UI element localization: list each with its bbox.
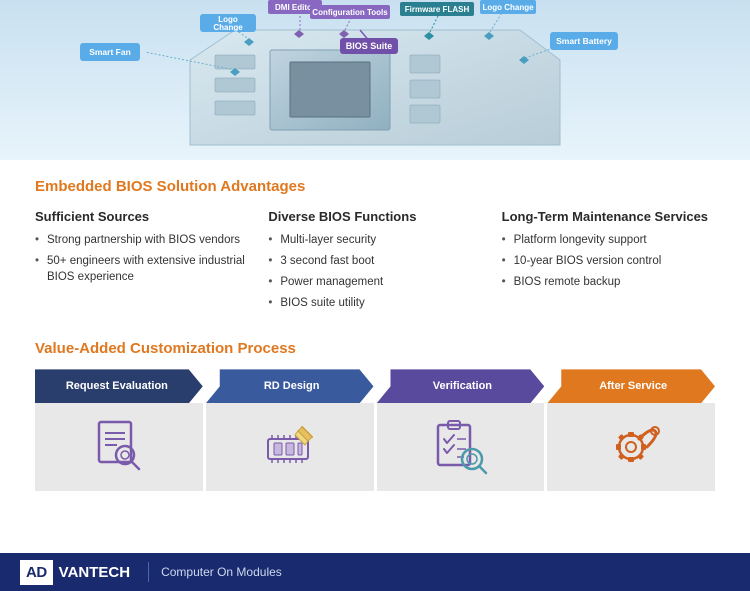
- footer-logo: AD VANTECH: [20, 560, 136, 585]
- functions-list: Multi-layer security 3 second fast boot …: [268, 232, 481, 311]
- list-item: 10-year BIOS version control: [502, 253, 715, 269]
- maintenance-list: Platform longevity support 10-year BIOS …: [502, 232, 715, 290]
- footer-divider: [148, 562, 149, 582]
- wrench-gear-icon: [601, 417, 661, 477]
- step2-body: [206, 403, 374, 491]
- embedded-section-title: Embedded BIOS Solution Advantages: [35, 178, 715, 195]
- step1-body: [35, 403, 203, 491]
- step-rd-design: RD Design: [206, 369, 374, 491]
- footer: AD VANTECH Computer On Modules: [0, 553, 750, 591]
- bios-chip-icon: [260, 417, 320, 477]
- step3-body: [377, 403, 545, 491]
- svg-text:Change: Change: [213, 23, 243, 32]
- functions-heading: Diverse BIOS Functions: [268, 209, 481, 224]
- sources-list: Strong partnership with BIOS vendors 50+…: [35, 232, 248, 285]
- list-item: Platform longevity support: [502, 232, 715, 248]
- feature-col-functions: Diverse BIOS Functions Multi-layer secur…: [268, 209, 501, 316]
- svg-text:DMI Editor: DMI Editor: [275, 3, 315, 12]
- footer-subtitle: Computer On Modules: [161, 565, 282, 579]
- svg-text:Smart Battery: Smart Battery: [556, 36, 612, 46]
- value-added-section: Value-Added Customization Process Reques…: [0, 330, 750, 505]
- process-steps: Request Evaluation RD Design: [35, 369, 715, 491]
- list-item: BIOS suite utility: [268, 295, 481, 311]
- step4-label: After Service: [581, 380, 681, 392]
- step-after-service: After Service: [547, 369, 715, 491]
- embedded-bios-section: Embedded BIOS Solution Advantages Suffic…: [0, 160, 750, 330]
- logo-left: AD: [20, 560, 53, 585]
- step-verification: Verification: [377, 369, 545, 491]
- features-row: Sufficient Sources Strong partnership wi…: [35, 209, 715, 316]
- list-item: 50+ engineers with extensive industrial …: [35, 253, 248, 285]
- svg-text:Configuration Tools: Configuration Tools: [312, 8, 388, 17]
- step3-header: Verification: [377, 369, 545, 403]
- svg-text:Smart Fan: Smart Fan: [89, 47, 131, 57]
- list-item: BIOS remote backup: [502, 274, 715, 290]
- value-section-title: Value-Added Customization Process: [35, 340, 715, 357]
- step2-label: RD Design: [246, 380, 334, 392]
- feature-col-maintenance: Long-Term Maintenance Services Platform …: [502, 209, 715, 316]
- list-item: Multi-layer security: [268, 232, 481, 248]
- step4-header: After Service: [547, 369, 715, 403]
- diagram-section: Smart Fan Logo Change DMI Editor Configu…: [0, 0, 750, 160]
- step2-header: RD Design: [206, 369, 374, 403]
- list-item: 3 second fast boot: [268, 253, 481, 269]
- feature-col-sources: Sufficient Sources Strong partnership wi…: [35, 209, 268, 316]
- checklist-search-icon: [430, 417, 490, 477]
- search-doc-icon: [89, 417, 149, 477]
- sources-heading: Sufficient Sources: [35, 209, 248, 224]
- svg-text:Logo Change: Logo Change: [482, 3, 534, 12]
- step3-label: Verification: [415, 380, 506, 392]
- list-item: Power management: [268, 274, 481, 290]
- maintenance-heading: Long-Term Maintenance Services: [502, 209, 715, 224]
- svg-text:BIOS Suite: BIOS Suite: [346, 41, 393, 51]
- step1-header: Request Evaluation: [35, 369, 203, 403]
- step-request-evaluation: Request Evaluation: [35, 369, 203, 491]
- list-item: Strong partnership with BIOS vendors: [35, 232, 248, 248]
- logo-right: VANTECH: [53, 560, 136, 585]
- svg-text:Firmware FLASH: Firmware FLASH: [405, 5, 470, 14]
- step4-body: [547, 403, 715, 491]
- step1-label: Request Evaluation: [56, 380, 182, 392]
